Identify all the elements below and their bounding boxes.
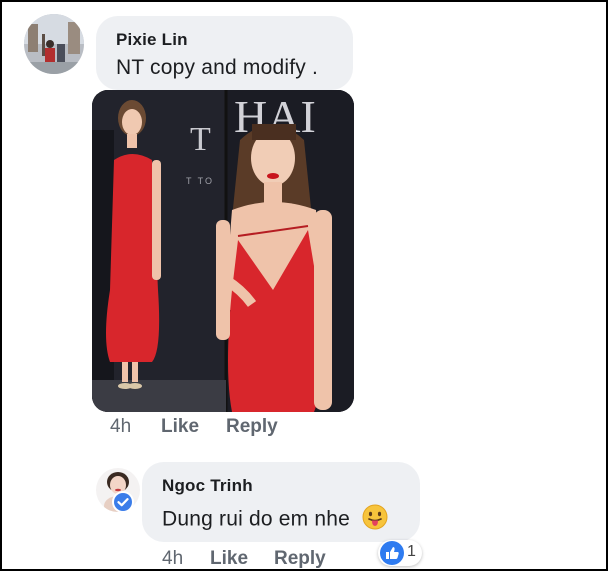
photo-image: T T TO HAI bbox=[92, 90, 354, 412]
sign-small-text: T TO bbox=[186, 176, 214, 186]
verified-icon bbox=[114, 493, 132, 511]
like-button[interactable]: Like bbox=[161, 416, 199, 438]
like-reaction-icon bbox=[380, 541, 404, 565]
reply-button[interactable]: Reply bbox=[274, 548, 326, 569]
comment-text: NT copy and modify . bbox=[116, 56, 319, 79]
verified-badge bbox=[112, 491, 134, 513]
comment-author[interactable]: Pixie Lin bbox=[116, 30, 331, 50]
reply-button[interactable]: Reply bbox=[226, 416, 278, 438]
comment-thread: Pixie Lin NT copy and modify . T T TO HA… bbox=[0, 0, 608, 571]
comment-text-row: Dung rui do em nhe bbox=[162, 504, 398, 536]
reaction-count: 1 bbox=[407, 543, 416, 560]
comment-bubble: Ngoc Trinh Dung rui do em nhe bbox=[142, 462, 420, 542]
like-button[interactable]: Like bbox=[210, 548, 248, 569]
comment-author[interactable]: Ngoc Trinh bbox=[162, 476, 398, 496]
avatar-pixie-lin[interactable] bbox=[24, 14, 84, 74]
comment-timestamp[interactable]: 4h bbox=[162, 548, 183, 569]
comment-timestamp[interactable]: 4h bbox=[110, 416, 131, 438]
comment-photo[interactable]: T T TO HAI bbox=[92, 90, 354, 412]
avatar-image bbox=[24, 14, 84, 74]
tongue-emoji-icon bbox=[362, 504, 388, 536]
sign-letter-left: T bbox=[190, 121, 211, 158]
comment-bubble: Pixie Lin NT copy and modify . bbox=[96, 16, 353, 90]
comment-text: Dung rui do em nhe bbox=[162, 507, 351, 531]
reaction-summary[interactable]: 1 bbox=[378, 540, 422, 566]
